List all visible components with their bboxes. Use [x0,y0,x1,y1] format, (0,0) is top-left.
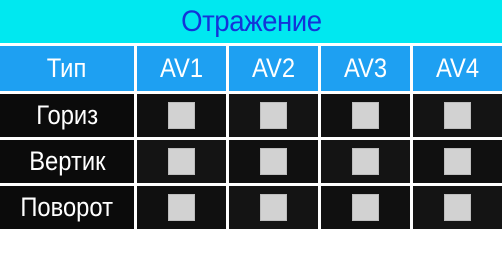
row-label-rotate-text: Поворот [20,192,114,222]
cell-vertical-av1[interactable] [137,140,226,183]
checkbox-rotate-av4[interactable] [444,194,471,221]
mirror-grid: Тип AV1 AV2 AV3 AV4 Гориз Вертик Поворот [0,46,502,229]
row-label-rotate: Поворот [0,186,134,229]
header-av3-label: AV3 [343,53,388,83]
cell-vertical-av4[interactable] [413,140,502,183]
header-av1: AV1 [137,46,226,91]
cell-horizontal-av4[interactable] [413,94,502,137]
checkbox-vertical-av2[interactable] [260,148,287,175]
row-label-vertical: Вертик [0,140,134,183]
row-label-horizontal: Гориз [0,94,134,137]
header-av4: AV4 [413,46,502,91]
cell-vertical-av2[interactable] [229,140,318,183]
header-av4-label: AV4 [435,53,480,83]
checkbox-vertical-av3[interactable] [352,148,379,175]
cell-rotate-av3[interactable] [321,186,410,229]
header-av2: AV2 [229,46,318,91]
cell-horizontal-av1[interactable] [137,94,226,137]
checkbox-horizontal-av1[interactable] [168,102,195,129]
mirror-settings-panel: Отражение Тип AV1 AV2 AV3 AV4 Гориз Верт… [0,0,502,272]
cell-rotate-av1[interactable] [137,186,226,229]
checkbox-horizontal-av2[interactable] [260,102,287,129]
checkbox-vertical-av4[interactable] [444,148,471,175]
header-av2-label: AV2 [251,53,296,83]
title-bar: Отражение [0,0,502,43]
cell-horizontal-av3[interactable] [321,94,410,137]
cell-rotate-av2[interactable] [229,186,318,229]
panel-title: Отражение [180,4,322,38]
row-label-vertical-text: Вертик [28,146,106,176]
cell-horizontal-av2[interactable] [229,94,318,137]
header-type: Тип [0,46,134,91]
cell-vertical-av3[interactable] [321,140,410,183]
checkbox-rotate-av2[interactable] [260,194,287,221]
checkbox-rotate-av1[interactable] [168,194,195,221]
header-av3: AV3 [321,46,410,91]
checkbox-vertical-av1[interactable] [168,148,195,175]
cell-rotate-av4[interactable] [413,186,502,229]
checkbox-horizontal-av3[interactable] [352,102,379,129]
row-label-horizontal-text: Гориз [36,100,98,130]
header-type-label: Тип [47,53,87,83]
checkbox-rotate-av3[interactable] [352,194,379,221]
header-av1-label: AV1 [159,53,204,83]
checkbox-horizontal-av4[interactable] [444,102,471,129]
